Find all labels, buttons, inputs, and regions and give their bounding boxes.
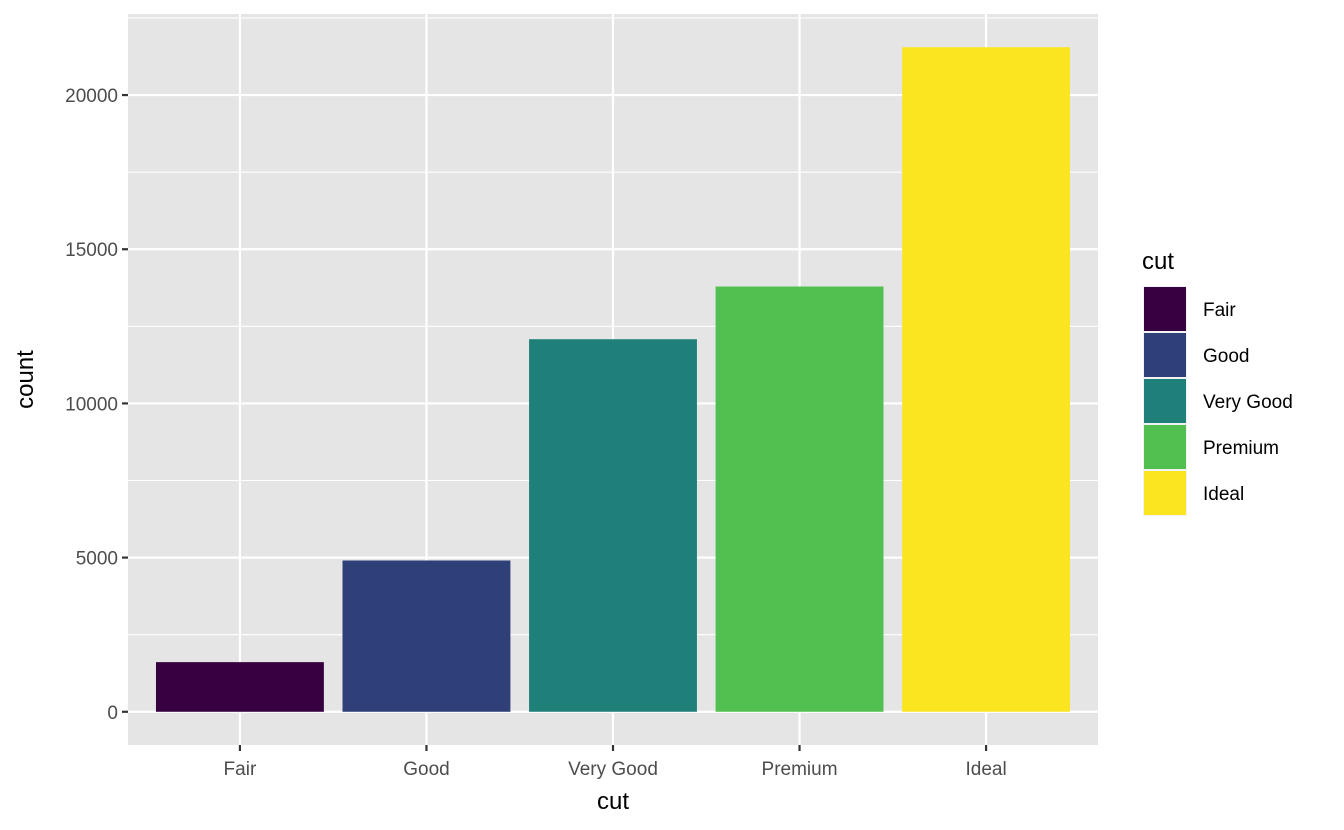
bar-chart: 0 5000 10000 15000 20000 Fair Good Very Good Pr… [12,14,1293,815]
y-tick-label: 0 [107,703,118,724]
legend-swatch-ideal [1144,471,1186,515]
x-tick-label: Ideal [965,759,1006,780]
x-axis: Fair Good Very Good Premium Ideal [224,745,1007,780]
bar-good [342,560,511,712]
y-tick-label: 5000 [76,549,118,570]
x-tick-label: Premium [762,759,838,780]
x-axis-title: cut [597,788,629,815]
y-tick-label: 10000 [65,394,118,415]
legend-swatch-good [1144,333,1186,377]
x-tick-label: Very Good [568,759,658,780]
bar-fair [155,662,324,712]
legend-swatch-fair [1144,287,1186,331]
legend-swatch-very-good [1144,379,1186,423]
legend-title: cut [1142,248,1174,275]
y-tick-label: 15000 [65,240,118,261]
bar-ideal [902,47,1071,712]
x-tick-label: Good [403,759,449,780]
legend-label: Very Good [1203,392,1293,413]
y-axis: 0 5000 10000 15000 20000 [65,86,128,724]
legend-label: Premium [1203,438,1279,459]
legend-label: Fair [1203,300,1236,321]
legend: cut Fair Good Very Good Premium Ideal [1142,248,1293,516]
bar-premium [715,286,884,712]
legend-label: Ideal [1203,484,1244,505]
y-tick-label: 20000 [65,86,118,107]
legend-swatch-premium [1144,425,1186,469]
bar-very-good [529,339,697,712]
legend-label: Good [1203,346,1249,367]
y-axis-title: count [12,350,39,409]
x-tick-label: Fair [224,759,257,780]
